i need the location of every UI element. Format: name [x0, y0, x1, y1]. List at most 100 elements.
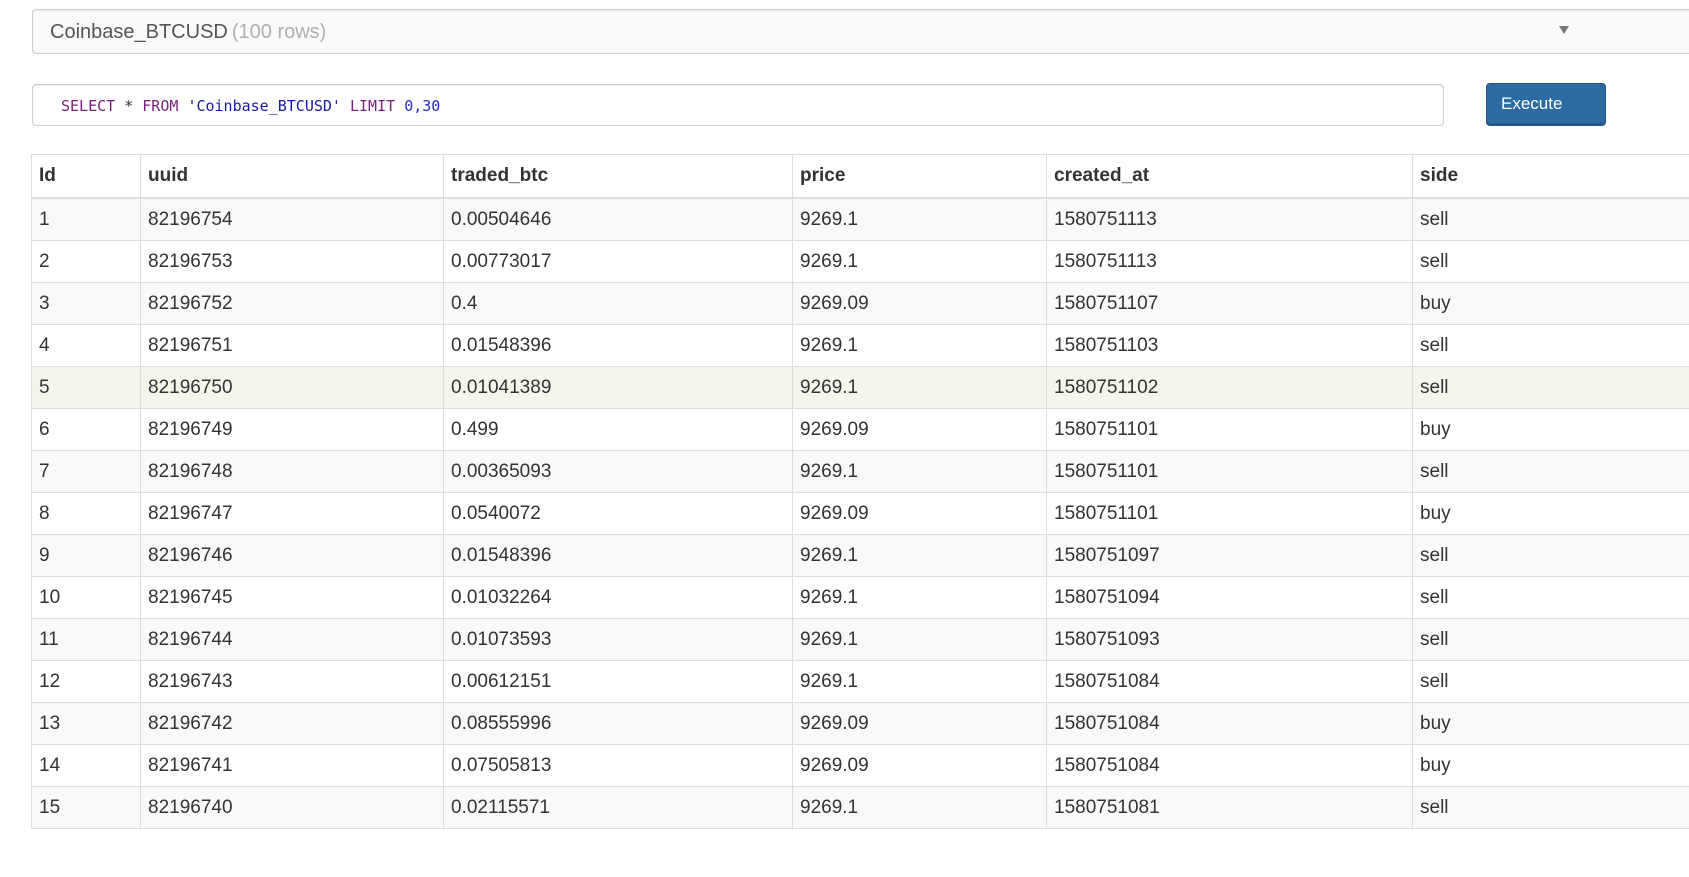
cell-id: 9 [31, 534, 141, 577]
cell-price: 9269.1 [792, 450, 1047, 493]
table-row[interactable]: 15 82196740 0.02115571 9269.1 1580751081 sell [31, 786, 1689, 829]
table-row[interactable]: 3 82196752 0.4 9269.09 1580751107 buy [31, 282, 1689, 325]
table-row[interactable]: 1 82196754 0.00504646 9269.1 1580751113 sell [31, 197, 1689, 241]
cell-uuid: 82196754 [140, 197, 444, 241]
sql-query-editor[interactable]: SELECT * FROM 'Coinbase_BTCUSD' LIMIT 0,… [32, 84, 1444, 126]
cell-created-at: 1580751081 [1046, 786, 1413, 829]
column-header-uuid[interactable]: uuid [140, 154, 444, 199]
column-header-id[interactable]: Id [31, 154, 141, 199]
cell-traded-btc: 0.0540072 [443, 492, 793, 535]
cell-side: sell [1412, 366, 1689, 409]
sql-token: 0,30 [404, 97, 441, 115]
cell-traded-btc: 0.01073593 [443, 618, 793, 661]
cell-traded-btc: 0.00504646 [443, 197, 793, 241]
cell-side: buy [1412, 744, 1689, 787]
cell-uuid: 82196749 [140, 408, 444, 451]
table-row[interactable]: 2 82196753 0.00773017 9269.1 1580751113 sell [31, 240, 1689, 283]
cell-id: 10 [31, 576, 141, 619]
cell-side: sell [1412, 576, 1689, 619]
cell-created-at: 1580751103 [1046, 324, 1413, 367]
cell-id: 4 [31, 324, 141, 367]
table-row[interactable]: 8 82196747 0.0540072 9269.09 1580751101 buy [31, 492, 1689, 535]
cell-price: 9269.1 [792, 366, 1047, 409]
cell-traded-btc: 0.02115571 [443, 786, 793, 829]
table-row[interactable]: 13 82196742 0.08555996 9269.09 1580751084 buy [31, 702, 1689, 745]
cell-side: sell [1412, 450, 1689, 493]
cell-id: 12 [31, 660, 141, 703]
selected-table-name: Coinbase_BTCUSD (100 rows) [50, 21, 327, 43]
table-row[interactable]: 5 82196750 0.01041389 9269.1 1580751102 sell [31, 366, 1689, 409]
cell-price: 9269.09 [792, 702, 1047, 745]
cell-uuid: 82196751 [140, 324, 444, 367]
cell-side: buy [1412, 702, 1689, 745]
cell-side: sell [1412, 324, 1689, 367]
sql-browser-page: Coinbase_BTCUSD (100 rows) SELECT * FROM … [0, 0, 1689, 877]
cell-created-at: 1580751084 [1046, 702, 1413, 745]
cell-traded-btc: 0.01548396 [443, 324, 793, 367]
cell-price: 9269.09 [792, 492, 1047, 535]
cell-created-at: 1580751084 [1046, 660, 1413, 703]
cell-price: 9269.09 [792, 408, 1047, 451]
cell-side: buy [1412, 492, 1689, 535]
column-header-created-at[interactable]: created_at [1046, 154, 1413, 199]
table-row[interactable]: 4 82196751 0.01548396 9269.1 1580751103 sell [31, 324, 1689, 367]
sql-token: SELECT [61, 97, 116, 115]
cell-price: 9269.1 [792, 660, 1047, 703]
table-row[interactable]: 7 82196748 0.00365093 9269.1 1580751101 sell [31, 450, 1689, 493]
sql-token: FROM [142, 97, 179, 115]
table-select-dropdown[interactable]: Coinbase_BTCUSD (100 rows) [32, 9, 1689, 54]
cell-id: 13 [31, 702, 141, 745]
cell-price: 9269.1 [792, 197, 1047, 241]
table-row-count: (100 rows) [231, 21, 327, 43]
cell-price: 9269.1 [792, 618, 1047, 661]
cell-id: 15 [31, 786, 141, 829]
sql-token: LIMIT [350, 97, 396, 115]
cell-uuid: 82196743 [140, 660, 444, 703]
sql-token: * [115, 97, 143, 115]
cell-price: 9269.1 [792, 534, 1047, 577]
cell-id: 7 [31, 450, 141, 493]
column-header-price[interactable]: price [792, 154, 1047, 199]
cell-uuid: 82196752 [140, 282, 444, 325]
column-header-traded-btc[interactable]: traded_btc [443, 154, 793, 199]
cell-uuid: 82196744 [140, 618, 444, 661]
cell-price: 9269.1 [792, 576, 1047, 619]
table-row[interactable]: 10 82196745 0.01032264 9269.1 1580751094 sell [31, 576, 1689, 619]
cell-side: sell [1412, 618, 1689, 661]
table-row[interactable]: 14 82196741 0.07505813 9269.09 1580751084 buy [31, 744, 1689, 787]
cell-price: 9269.1 [792, 324, 1047, 367]
cell-id: 1 [31, 197, 141, 241]
cell-traded-btc: 0.499 [443, 408, 793, 451]
sql-query-text: SELECT * FROM 'Coinbase_BTCUSD' LIMIT 0,… [61, 97, 440, 115]
results-body: 1 82196754 0.00504646 9269.1 1580751113 sell 2… [31, 197, 1689, 829]
cell-traded-btc: 0.4 [443, 282, 793, 325]
execute-button[interactable]: Execute [1486, 83, 1606, 126]
cell-side: sell [1412, 240, 1689, 283]
cell-traded-btc: 0.07505813 [443, 744, 793, 787]
cell-side: buy [1412, 408, 1689, 451]
chevron-down-icon [1559, 26, 1569, 34]
cell-created-at: 1580751107 [1046, 282, 1413, 325]
cell-traded-btc: 0.00773017 [443, 240, 793, 283]
cell-traded-btc: 0.00365093 [443, 450, 793, 493]
cell-id: 2 [31, 240, 141, 283]
cell-created-at: 1580751101 [1046, 492, 1413, 535]
column-header-side[interactable]: side [1412, 154, 1689, 199]
cell-side: sell [1412, 197, 1689, 241]
cell-id: 8 [31, 492, 141, 535]
cell-created-at: 1580751094 [1046, 576, 1413, 619]
cell-created-at: 1580751084 [1046, 744, 1413, 787]
table-row[interactable]: 9 82196746 0.01548396 9269.1 1580751097 sell [31, 534, 1689, 577]
cell-uuid: 82196746 [140, 534, 444, 577]
table-row[interactable]: 6 82196749 0.499 9269.09 1580751101 buy [31, 408, 1689, 451]
cell-created-at: 1580751101 [1046, 408, 1413, 451]
cell-uuid: 82196753 [140, 240, 444, 283]
cell-side: buy [1412, 282, 1689, 325]
cell-price: 9269.09 [792, 744, 1047, 787]
results-header-row: Id uuid traded_btc price created_at side [31, 154, 1689, 199]
table-row[interactable]: 11 82196744 0.01073593 9269.1 1580751093 sell [31, 618, 1689, 661]
results-table: Id uuid traded_btc price created_at side… [31, 154, 1689, 829]
cell-id: 11 [31, 618, 141, 661]
cell-created-at: 1580751097 [1046, 534, 1413, 577]
table-row[interactable]: 12 82196743 0.00612151 9269.1 1580751084 sell [31, 660, 1689, 703]
